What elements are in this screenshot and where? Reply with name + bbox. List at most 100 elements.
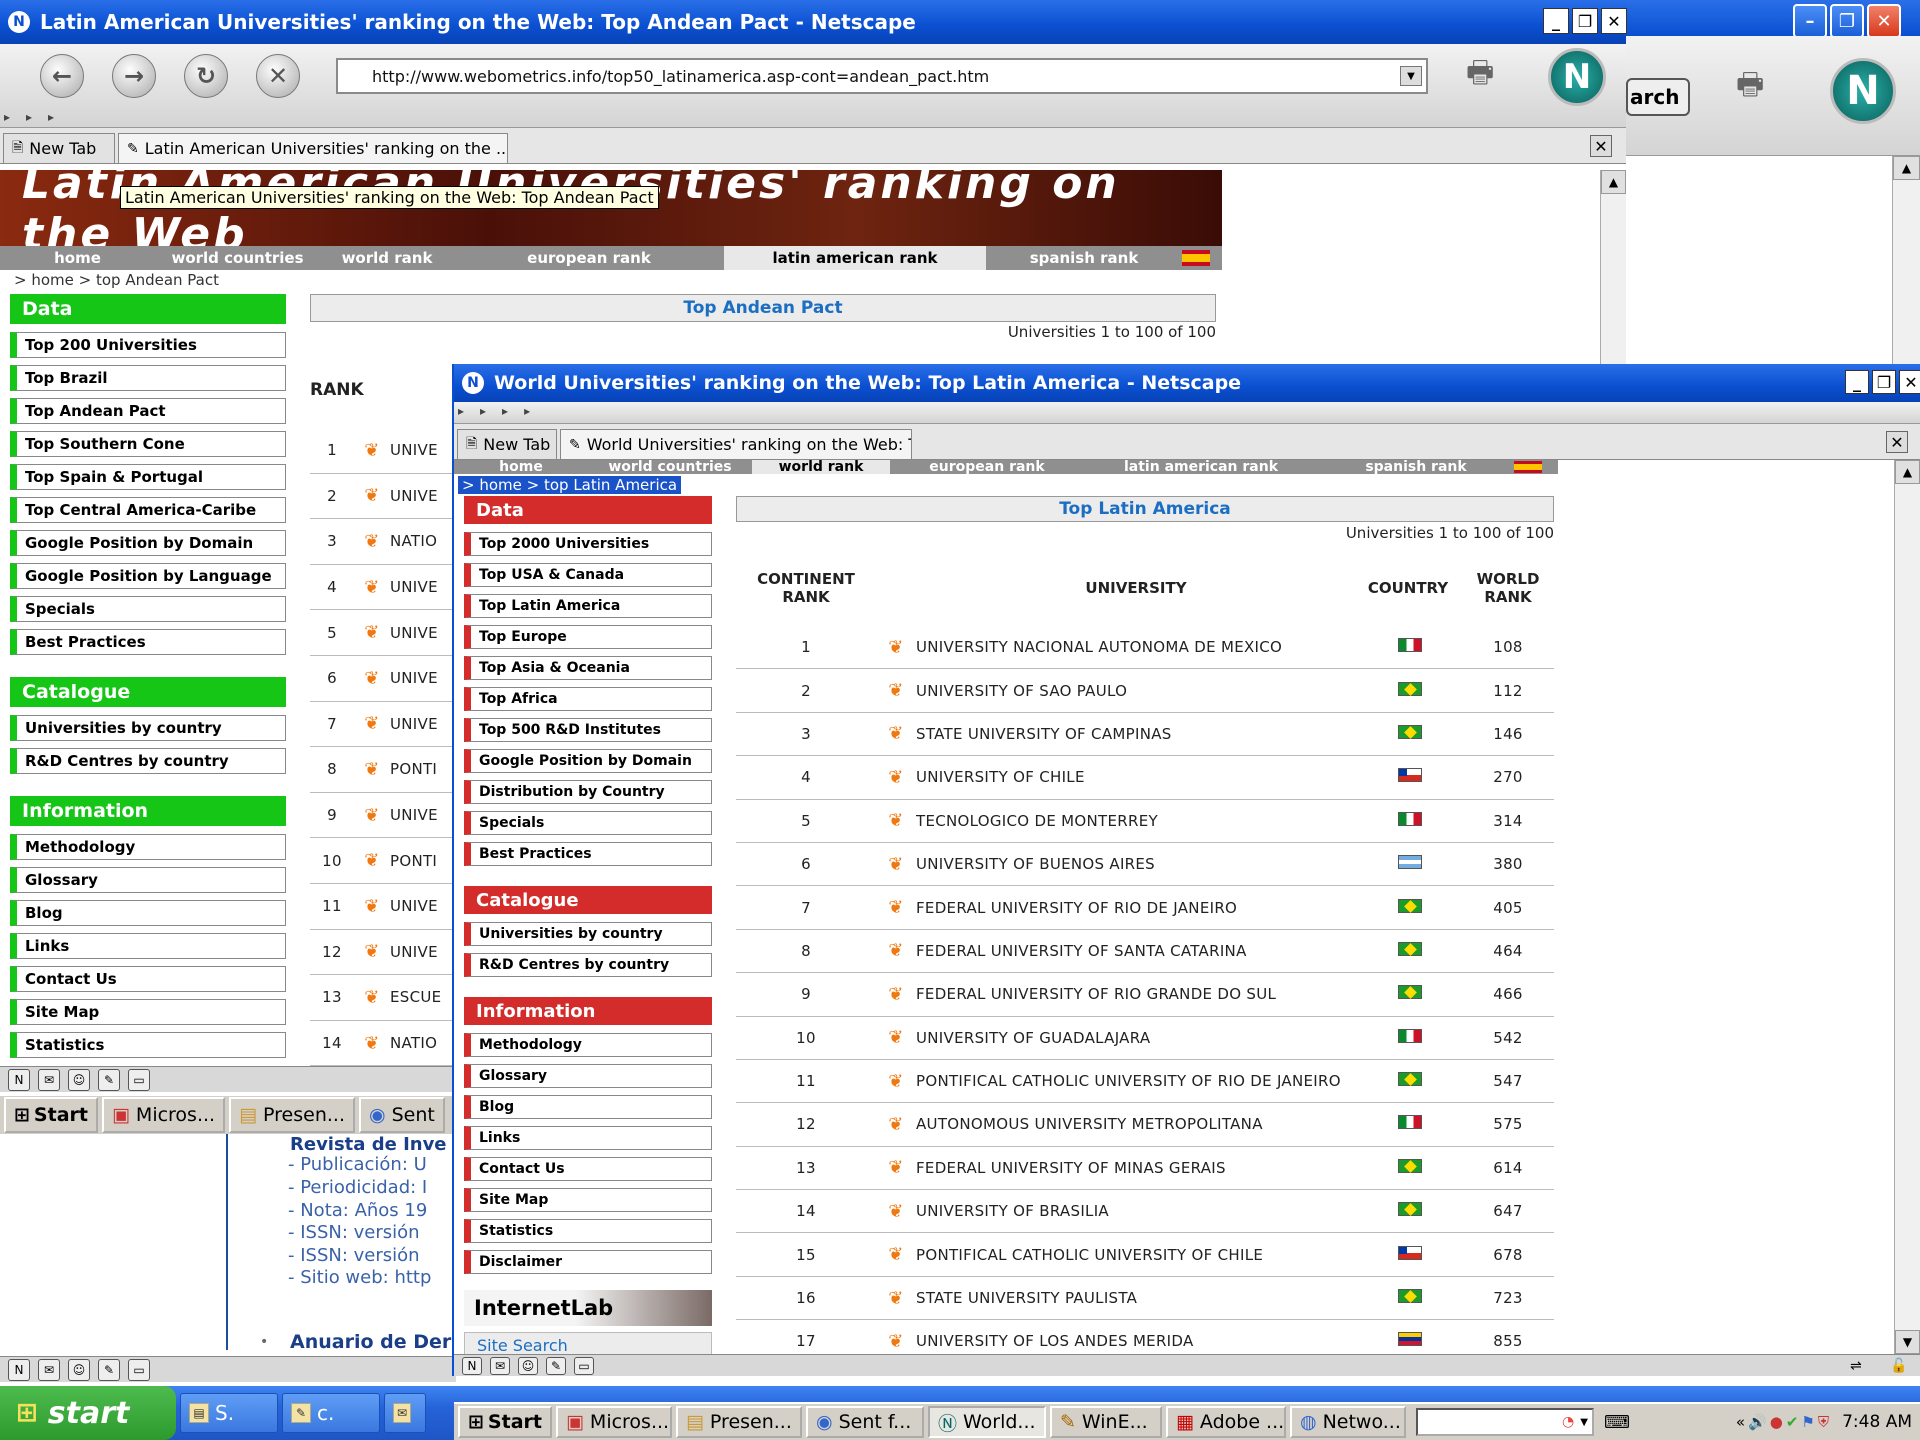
close-tab-icon[interactable]: ✕: [1886, 431, 1908, 453]
inner-task-presentation[interactable]: ▤ Presen...: [675, 1406, 802, 1438]
sidebar-item-top-central-america[interactable]: Top Central America-Caribe: [10, 497, 286, 523]
university-name[interactable]: UNIVE: [390, 624, 438, 642]
mail-icon[interactable]: ✉: [38, 1068, 60, 1091]
sidebar-item-site-map[interactable]: Site Map: [10, 999, 286, 1025]
taskbar-search-input[interactable]: ◔ ▼: [1415, 1408, 1594, 1436]
print-icon[interactable]: 🖶: [1466, 50, 1510, 90]
scroll-up-icon[interactable]: ▲: [1601, 170, 1626, 194]
back-restore-button[interactable]: ❐: [1572, 8, 1598, 34]
sidebar-item-top-europe[interactable]: Top Europe: [464, 625, 712, 649]
mail-icon[interactable]: ✉: [490, 1356, 510, 1375]
nav-spanish-rank[interactable]: spanish rank: [1318, 460, 1514, 474]
sidebar-item-rd-by-country[interactable]: R&D Centres by country: [10, 748, 286, 774]
keyboard-icon[interactable]: ⌨: [1604, 1412, 1630, 1433]
scroll-down-icon[interactable]: ▼: [1895, 1330, 1920, 1354]
sidebar-item-google-domain[interactable]: Google Position by Domain: [10, 530, 286, 556]
university-name[interactable]: UNIVERSITY OF BUENOS AIRES: [916, 855, 1358, 873]
forward-arrow-icon[interactable]: →: [112, 54, 156, 98]
toolbar-grippy-icon[interactable]: ▸▸▸: [4, 110, 70, 124]
toolbar-grippy-icon[interactable]: ▸▸▸▸: [458, 404, 546, 418]
university-name[interactable]: AUTONOMOUS UNIVERSITY METROPOLITANA: [916, 1115, 1358, 1133]
sidebar-item-site-map[interactable]: Site Map: [464, 1188, 712, 1212]
nav-spanish-rank[interactable]: spanish rank: [986, 246, 1182, 270]
university-name[interactable]: NATIO: [390, 1034, 437, 1052]
url-input[interactable]: http://www.webometrics.info/top50_latina…: [336, 58, 1428, 94]
tab-new[interactable]: 🗎 New Tab: [457, 429, 557, 459]
mid-task-microsoft[interactable]: ▣ Micros...: [101, 1097, 226, 1133]
tray-app-icon[interactable]: ●: [1770, 1413, 1783, 1431]
university-name[interactable]: UNIVE: [390, 943, 438, 961]
sidebar-item-rd-by-country[interactable]: R&D Centres by country: [464, 953, 712, 977]
university-name[interactable]: UNIVERSITY OF LOS ANDES MERIDA: [916, 1332, 1358, 1350]
stop-icon[interactable]: ✕: [256, 54, 300, 98]
composer-icon[interactable]: ✎: [546, 1356, 566, 1375]
university-name[interactable]: STATE UNIVERSITY OF CAMPINAS: [916, 725, 1358, 743]
sidebar-item-top-500-rd[interactable]: Top 500 R&D Institutes: [464, 718, 712, 742]
inner-task-sent[interactable]: ◉ Sent f...: [805, 1406, 924, 1438]
nav-european-rank[interactable]: european rank: [890, 460, 1084, 474]
inner-start-button[interactable]: ⊞ Start: [458, 1406, 552, 1438]
sidebar-item-glossary[interactable]: Glossary: [10, 867, 286, 893]
scroll-up-icon[interactable]: ▲: [1895, 460, 1920, 484]
university-name[interactable]: UNIVERSITY OF SAO PAULO: [916, 682, 1358, 700]
tab-andean-pact[interactable]: ✎ Latin American Universities' ranking on…: [118, 133, 508, 163]
url-dropdown-icon[interactable]: ▼: [1400, 66, 1422, 86]
sidebar-item-contact[interactable]: Contact Us: [464, 1157, 712, 1181]
university-name[interactable]: FEDERAL UNIVERSITY OF RIO DE JANEIRO: [916, 899, 1358, 917]
addressbook-icon[interactable]: ☺: [68, 1358, 90, 1381]
sidebar-item-statistics[interactable]: Statistics: [10, 1032, 286, 1058]
sidebar-item-top-2000[interactable]: Top 2000 Universities: [464, 532, 712, 556]
nav-home[interactable]: home: [0, 246, 155, 270]
sidebar-item-top-andean-pact[interactable]: Top Andean Pact: [10, 398, 286, 424]
close-tab-icon[interactable]: ✕: [1590, 135, 1612, 157]
addressbook-icon[interactable]: ☺: [68, 1068, 90, 1091]
sidebar-item-methodology[interactable]: Methodology: [10, 834, 286, 860]
sidebar-item-top-southern-cone[interactable]: Top Southern Cone: [10, 431, 286, 457]
sidebar-item-top-brazil[interactable]: Top Brazil: [10, 365, 286, 391]
sidebar-item-top-latin-america[interactable]: Top Latin America: [464, 594, 712, 618]
university-name[interactable]: UNIVE: [390, 806, 438, 824]
composer-icon[interactable]: ✎: [98, 1358, 120, 1381]
university-name[interactable]: UNIVERSITY OF CHILE: [916, 768, 1358, 786]
nav-latin-american-rank[interactable]: latin american rank: [1084, 460, 1318, 474]
university-name[interactable]: PONTI: [390, 760, 437, 778]
reload-icon[interactable]: ↻: [184, 54, 228, 98]
sidebar-item-links[interactable]: Links: [464, 1126, 712, 1150]
back-scrollbar[interactable]: ▲: [1600, 170, 1626, 364]
university-name[interactable]: FEDERAL UNIVERSITY OF SANTA CATARINA: [916, 942, 1358, 960]
page-icon[interactable]: ▭: [128, 1358, 150, 1381]
volume-icon[interactable]: 🔊: [1748, 1413, 1767, 1431]
sidebar-item-blog[interactable]: Blog: [10, 900, 286, 926]
outer-minimize-button[interactable]: –: [1793, 4, 1827, 38]
task-outer-2[interactable]: ✎ c.: [282, 1393, 380, 1433]
scroll-up-icon[interactable]: ▲: [1893, 156, 1920, 180]
back-close-button[interactable]: ✕: [1601, 8, 1627, 34]
sidebar-item-specials[interactable]: Specials: [10, 596, 286, 622]
nav-world-countries[interactable]: world countries: [588, 460, 752, 474]
back-minimize-button[interactable]: _: [1543, 8, 1569, 34]
print-icon[interactable]: 🖶: [1736, 62, 1780, 102]
nav-european-rank[interactable]: european rank: [454, 246, 724, 270]
spain-flag-icon[interactable]: [1182, 246, 1212, 270]
page-icon[interactable]: ▭: [574, 1356, 594, 1375]
front-restore-button[interactable]: ❐: [1872, 370, 1896, 394]
sidebar-item-universities-by-country[interactable]: Universities by country: [464, 922, 712, 946]
university-name[interactable]: UNIVE: [390, 441, 438, 459]
outer-restore-button[interactable]: ❐: [1830, 4, 1864, 38]
netscape-status-icon[interactable]: N: [8, 1358, 30, 1381]
university-name[interactable]: UNIVE: [390, 487, 438, 505]
front-breadcrumb[interactable]: > home > top Latin America: [458, 476, 682, 494]
nav-world-rank[interactable]: world rank: [752, 460, 890, 474]
nav-latin-american-rank[interactable]: latin american rank: [724, 246, 986, 270]
outer-close-button[interactable]: ✕: [1867, 4, 1901, 38]
university-name[interactable]: UNIVE: [390, 578, 438, 596]
outer-search-button[interactable]: arch: [1626, 78, 1690, 116]
sidebar-item-distribution-country[interactable]: Distribution by Country: [464, 780, 712, 804]
sidebar-item-blog[interactable]: Blog: [464, 1095, 712, 1119]
tray-network-icon[interactable]: ⚑: [1801, 1413, 1814, 1431]
nav-home[interactable]: home: [454, 460, 588, 474]
addressbook-icon[interactable]: ☺: [518, 1356, 538, 1375]
university-name[interactable]: UNIVE: [390, 715, 438, 733]
task-outer-mail[interactable]: ✉: [384, 1393, 426, 1433]
page-icon[interactable]: ▭: [128, 1068, 150, 1091]
